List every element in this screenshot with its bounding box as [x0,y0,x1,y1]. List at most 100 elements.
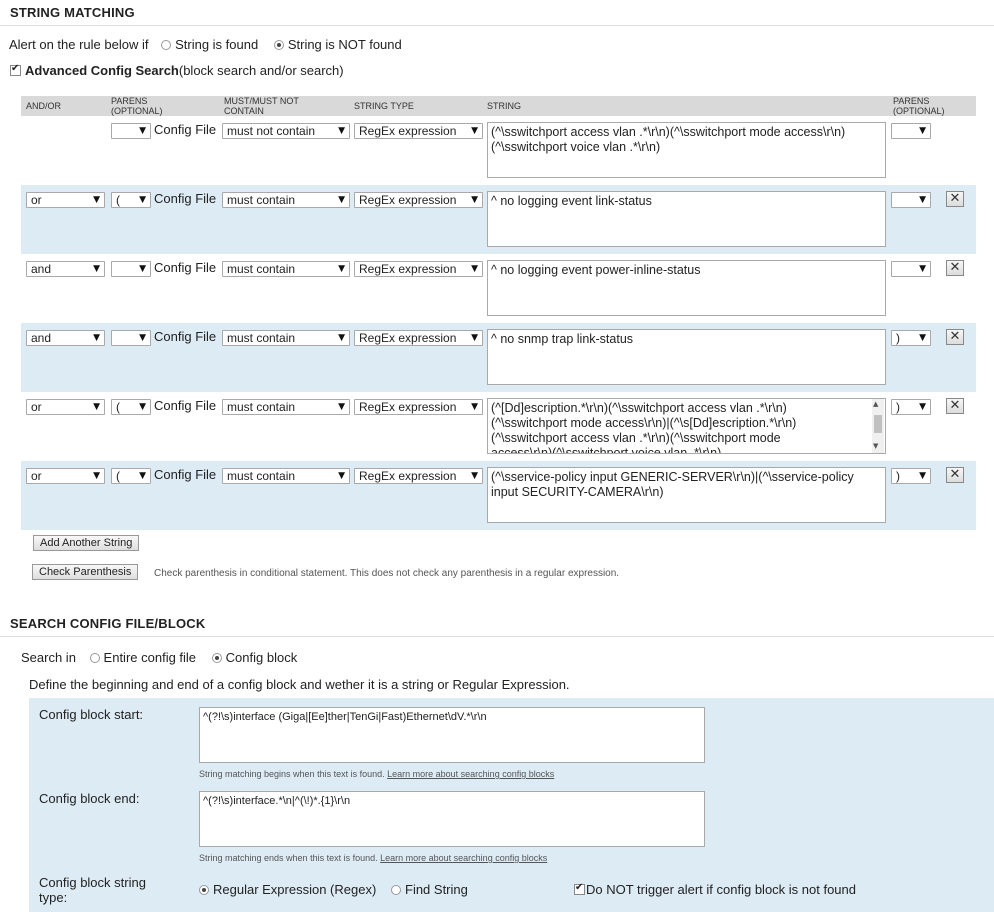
chevron-down-icon: ▼ [471,471,478,481]
must-select[interactable]: must contain ▼ [222,330,350,346]
paren-open-select[interactable]: (▼ [111,192,151,208]
chevron-down-icon: ▼ [93,471,100,481]
chevron-down-icon: ▼ [338,333,345,343]
config-block-option[interactable]: Config block [211,650,297,665]
string-textarea[interactable]: (^\sswitchport access vlan .*\r\n)(^\ssw… [487,122,886,178]
chevron-down-icon: ▼ [919,126,926,136]
check-parenthesis-note: Check parenthesis in conditional stateme… [154,568,620,579]
learn-more-link[interactable]: Learn more about searching config blocks [387,769,554,779]
chevron-down-icon: ▼ [471,126,478,136]
radio-string-found[interactable] [161,40,172,50]
must-select[interactable]: must contain ▼ [222,468,350,484]
paren-open-select[interactable]: ▼ [111,330,151,346]
andor-select[interactable]: or ▼ [26,399,105,415]
col-string: STRING [487,101,522,111]
no-trigger-checkbox[interactable] [574,882,585,895]
paren-close-select[interactable]: ▼ [891,192,931,208]
radio-config-block[interactable] [211,653,222,663]
string-type-select[interactable]: RegEx expression ▼ [354,330,483,346]
remove-row-button[interactable]: ✕ [946,329,964,345]
search-in-label: Search in [21,650,76,665]
add-another-string-button[interactable]: Add Another String [33,535,140,551]
radio-entire-config[interactable] [89,653,100,663]
divider [0,636,994,637]
check-parenthesis-button[interactable]: Check Parenthesis [32,564,139,580]
chevron-down-icon: ▼ [919,402,926,412]
string-textarea[interactable]: ^ no logging event link-status [487,191,886,247]
chevron-down-icon: ▼ [93,333,100,343]
radio-find-string[interactable] [391,885,401,895]
string-textarea[interactable]: (^\sservice-policy input GENERIC-SERVER\… [487,467,886,523]
string-type-select[interactable]: RegEx expression ▼ [354,468,483,484]
chevron-down-icon: ▼ [919,333,926,343]
must-select[interactable]: must contain ▼ [222,261,350,277]
alert-prefix: Alert on the rule below if [9,37,149,52]
alert-found-option[interactable]: String is found [161,37,258,52]
advanced-search-checkbox[interactable] [10,63,21,76]
chevron-down-icon: ▼ [93,264,100,274]
chevron-down-icon: ▼ [338,126,345,136]
chevron-down-icon: ▼ [919,195,926,205]
must-select[interactable]: must contain ▼ [222,192,350,208]
chevron-down-icon: ▼ [139,264,146,274]
radio-regex[interactable] [199,885,209,895]
config-block-panel: Config block start: ^(?!\s)interface (Gi… [29,698,994,912]
regex-option[interactable]: Regular Expression (Regex) [199,882,376,897]
chevron-down-icon: ▼ [471,402,478,412]
source-label: Config File [154,122,217,137]
string-textarea[interactable]: ^ no snmp trap link-status [487,329,886,385]
remove-row-button[interactable]: ✕ [946,398,964,414]
scrollbar-thumb[interactable] [874,415,882,433]
chevron-down-icon: ▼ [338,264,345,274]
andor-select[interactable]: and ▼ [26,261,105,277]
alert-not-found-option[interactable]: String is NOT found [273,37,402,52]
string-row: or ▼ (▼ Config File must contain ▼ RegEx e… [21,461,976,530]
chevron-down-icon: ▼ [338,195,345,205]
must-select[interactable]: must not contain ▼ [222,123,350,139]
col-must: MUST/MUST NOT CONTAIN [224,96,299,116]
must-select[interactable]: must contain ▼ [222,399,350,415]
string-type-label: Config block string type: [39,875,146,905]
block-end-textarea[interactable]: ^(?!\s)interface.*\n|^(\!)*.{1}\r\n [199,791,705,847]
learn-more-link[interactable]: Learn more about searching config blocks [380,853,547,863]
no-trigger-option[interactable]: Do NOT trigger alert if config block is … [574,882,856,897]
scroll-down-icon[interactable]: ▼ [873,442,878,450]
andor-select[interactable]: or ▼ [26,192,105,208]
source-label: Config File [154,467,217,482]
paren-close-select[interactable]: ▼ [891,261,931,277]
remove-row-button[interactable]: ✕ [946,467,964,483]
advanced-config-search[interactable]: Advanced Config Search(block search and/… [10,63,344,78]
alert-condition: Alert on the rule below if String is fou… [9,37,402,52]
search-config-title: SEARCH CONFIG FILE/BLOCK [10,616,206,631]
string-type-select[interactable]: RegEx expression ▼ [354,123,483,139]
find-string-option[interactable]: Find String [391,882,468,897]
paren-open-select[interactable]: (▼ [111,468,151,484]
string-type-select[interactable]: RegEx expression ▼ [354,261,483,277]
string-type-select[interactable]: RegEx expression ▼ [354,399,483,415]
col-string-type: STRING TYPE [354,101,414,111]
string-row: ▼ Config File must not contain ▼ RegEx ex… [21,116,976,185]
advanced-search-suffix: (block search and/or search) [178,63,344,78]
radio-string-not-found[interactable] [273,40,284,50]
paren-open-select[interactable]: ▼ [111,261,151,277]
string-textarea[interactable]: ^ no logging event power-inline-status [487,260,886,316]
remove-row-button[interactable]: ✕ [946,260,964,276]
source-label: Config File [154,260,217,275]
paren-open-select[interactable]: (▼ [111,399,151,415]
string-table-header: AND/OR PARENS (OPTIONAL) MUST/MUST NOT C… [21,96,976,116]
paren-open-select[interactable]: ▼ [111,123,151,139]
paren-close-select[interactable]: ▼ [891,123,931,139]
block-start-textarea[interactable]: ^(?!\s)interface (Giga|[Ee]ther|TenGi|Fa… [199,707,705,763]
textarea-scrollbar[interactable]: ▲ ▼ [872,399,884,453]
paren-close-select[interactable]: ) ▼ [891,330,931,346]
scroll-up-icon[interactable]: ▲ [873,400,878,408]
andor-select[interactable]: or ▼ [26,468,105,484]
entire-config-option[interactable]: Entire config file [89,650,196,665]
andor-select[interactable]: and ▼ [26,330,105,346]
paren-close-select[interactable]: ) ▼ [891,468,931,484]
string-row: or ▼ (▼ Config File must contain ▼ RegEx e… [21,392,976,461]
string-textarea[interactable]: (^[Dd]escription.*\r\n)(^\sswitchport ac… [487,398,886,454]
remove-row-button[interactable]: ✕ [946,191,964,207]
string-type-select[interactable]: RegEx expression ▼ [354,192,483,208]
paren-close-select[interactable]: ) ▼ [891,399,931,415]
